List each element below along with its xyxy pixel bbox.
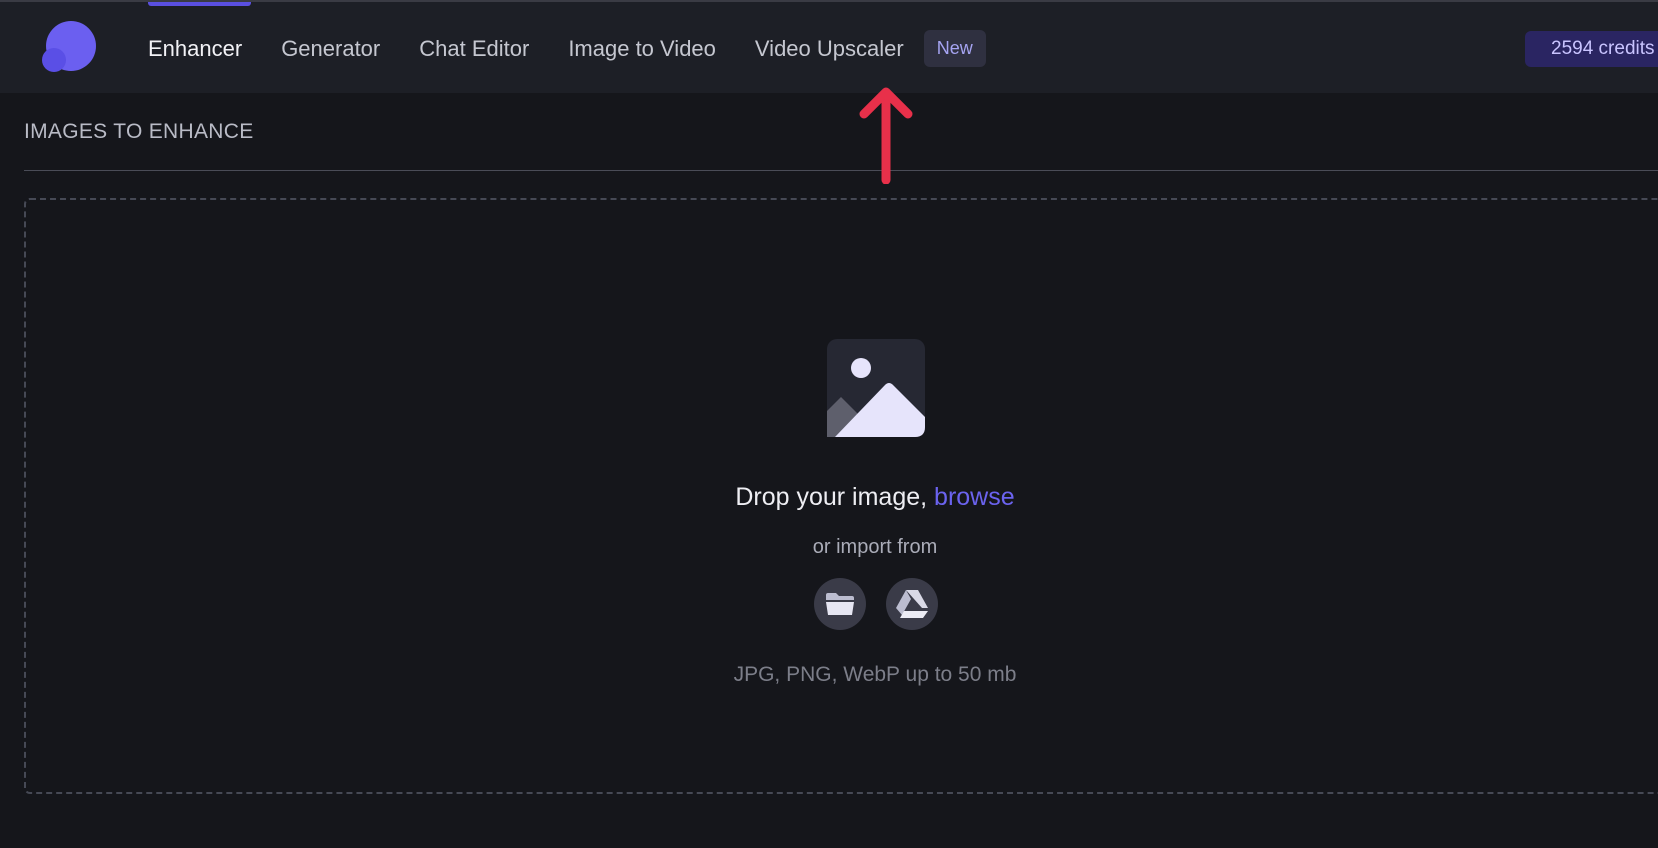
nav-item-generator[interactable]: Generator [281,36,380,62]
import-google-drive-button[interactable] [886,578,938,630]
new-badge: New [923,30,986,67]
drop-prompt-text: Drop your image, [735,483,935,511]
nav-item-image-to-video[interactable]: Image to Video [568,36,716,62]
section-divider [24,170,1658,171]
app-logo[interactable] [42,21,98,77]
nav-item-chat-editor[interactable]: Chat Editor [419,36,529,62]
import-label: or import from [812,536,938,558]
folder-icon [826,593,854,615]
image-placeholder-icon [827,339,925,437]
drop-prompt: Drop your image, browse [0,483,1658,512]
section-title: IMAGES TO ENHANCE [24,120,254,143]
logo-small-circle [42,48,66,72]
nav-item-enhancer[interactable]: Enhancer [148,36,242,62]
top-navigation-bar: Enhancer Generator Chat Editor Image to … [0,0,1658,93]
google-drive-icon [896,590,928,618]
credits-button[interactable]: 2594 credits [1525,31,1658,67]
file-formats-hint: JPG, PNG, WebP up to 50 mb [733,663,1017,686]
annotation-arrow-icon [859,87,913,184]
nav-item-video-upscaler[interactable]: Video Upscaler [755,36,904,62]
browse-link[interactable]: browse [934,483,1015,511]
main-nav: Enhancer Generator Chat Editor Image to … [148,2,986,95]
import-folder-button[interactable] [814,578,866,630]
